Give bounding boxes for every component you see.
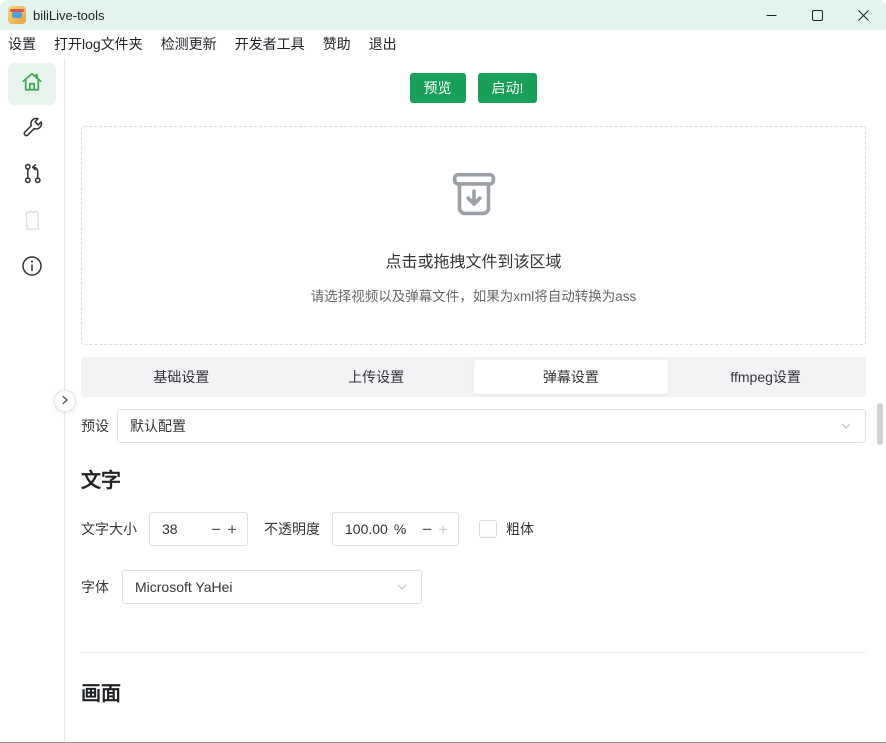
git-compare-icon	[20, 161, 45, 191]
font-size-label: 文字大小	[81, 519, 137, 539]
sidebar-item-clip[interactable]	[8, 201, 56, 243]
dropzone-subtitle: 请选择视频以及弹幕文件，如果为xml将自动转换为ass	[311, 285, 637, 305]
font-size-value: 38	[162, 521, 178, 537]
archive-download-icon	[445, 167, 503, 230]
font-size-input[interactable]: 38 − +	[149, 512, 248, 546]
vertical-scrollbar[interactable]	[877, 403, 883, 445]
minimize-icon	[766, 10, 777, 21]
preset-row: 预设 默认配置	[81, 409, 866, 443]
main-area: 预览 启动! 点击或拖拽文件到该区域 请选择视频以及弹幕文件，如果为xml将自动…	[0, 58, 886, 742]
tab-basic-settings[interactable]: 基础设置	[84, 360, 279, 394]
file-dropzone[interactable]: 点击或拖拽文件到该区域 请选择视频以及弹幕文件，如果为xml将自动转换为ass	[81, 126, 866, 345]
action-buttons: 预览 启动!	[81, 73, 866, 103]
section-divider	[81, 652, 866, 653]
font-size-stepper: − +	[201, 521, 237, 538]
title-bar: biliLive-tools	[0, 0, 886, 30]
opacity-value: 100.00	[345, 521, 388, 537]
section-title-text: 文字	[81, 467, 866, 495]
wrench-icon	[20, 115, 45, 145]
menu-item-exit[interactable]: 退出	[360, 30, 406, 58]
clip-icon	[19, 205, 46, 240]
preview-button[interactable]: 预览	[410, 73, 466, 103]
font-family-label: 字体	[81, 577, 109, 597]
section-title-screen: 画面	[81, 680, 866, 708]
increment-button-disabled[interactable]: +	[438, 521, 448, 538]
menu-item-check-update[interactable]: 检测更新	[152, 30, 226, 58]
info-icon	[20, 254, 44, 283]
tab-danmaku-settings[interactable]: 弹幕设置	[474, 360, 669, 394]
opacity-suffix: %	[394, 521, 406, 537]
app-logo-icon	[8, 6, 26, 24]
close-button[interactable]	[840, 0, 886, 30]
text-fields-row: 文字大小 38 − + 不透明度 100.00 % − +	[81, 512, 866, 546]
window-title: biliLive-tools	[33, 8, 105, 23]
menu-item-devtools[interactable]: 开发者工具	[226, 30, 314, 58]
tab-upload-settings[interactable]: 上传设置	[279, 360, 474, 394]
app-window: biliLive-tools 设置 打开log文件夹 检测更新 开发者工具 赞助…	[0, 0, 886, 743]
opacity-stepper: − +	[412, 521, 448, 538]
content-area: 预览 启动! 点击或拖拽文件到该区域 请选择视频以及弹幕文件，如果为xml将自动…	[65, 58, 886, 742]
preset-label: 预设	[81, 416, 109, 436]
increment-button[interactable]: +	[227, 521, 237, 538]
bold-label: 粗体	[506, 519, 534, 539]
preset-select[interactable]: 默认配置	[117, 409, 866, 443]
preset-select-value: 默认配置	[130, 416, 186, 436]
close-icon	[858, 10, 869, 21]
maximize-button[interactable]	[794, 0, 840, 30]
bold-checkbox[interactable]	[479, 520, 497, 538]
font-row: 字体 Microsoft YaHei	[81, 570, 866, 604]
chevron-right-icon	[60, 392, 70, 410]
font-family-select[interactable]: Microsoft YaHei	[122, 570, 422, 604]
chevron-down-icon	[395, 580, 409, 594]
menu-bar: 设置 打开log文件夹 检测更新 开发者工具 赞助 退出	[0, 30, 886, 58]
maximize-icon	[812, 10, 823, 21]
sidebar-item-tools[interactable]	[8, 109, 56, 151]
font-family-value: Microsoft YaHei	[135, 579, 233, 595]
start-button[interactable]: 启动!	[478, 73, 538, 103]
opacity-label: 不透明度	[264, 519, 320, 539]
decrement-button[interactable]: −	[422, 521, 432, 538]
sidebar-item-convert[interactable]	[8, 155, 56, 197]
tab-ffmpeg-settings[interactable]: ffmpeg设置	[668, 360, 863, 394]
sidebar-item-about[interactable]	[8, 247, 56, 289]
sidebar-item-home[interactable]	[8, 63, 56, 105]
minimize-button[interactable]	[748, 0, 794, 30]
settings-tabs: 基础设置 上传设置 弹幕设置 ffmpeg设置	[81, 357, 866, 397]
menu-item-settings[interactable]: 设置	[8, 30, 45, 58]
menu-item-open-log-folder[interactable]: 打开log文件夹	[45, 30, 152, 58]
home-icon	[19, 69, 45, 100]
dropzone-title: 点击或拖拽文件到该区域	[385, 248, 561, 272]
opacity-input[interactable]: 100.00 % − +	[332, 512, 459, 546]
sidebar-expand-button[interactable]	[54, 390, 76, 412]
decrement-button[interactable]: −	[211, 521, 221, 538]
menu-item-sponsor[interactable]: 赞助	[314, 30, 360, 58]
chevron-down-icon	[839, 419, 853, 433]
